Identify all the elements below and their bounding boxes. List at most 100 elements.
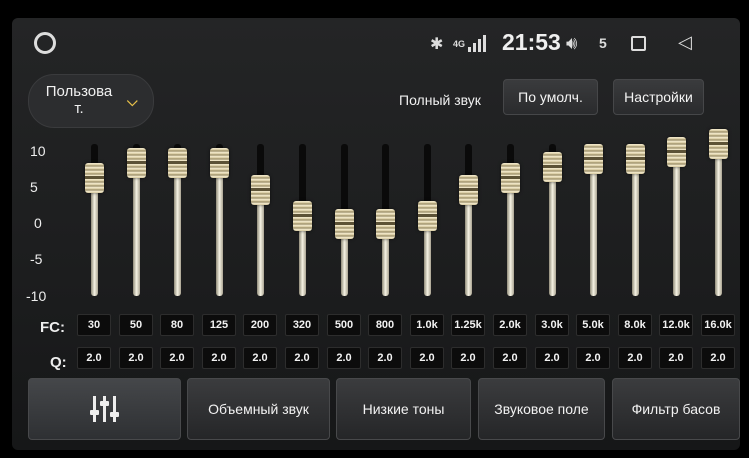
fc-value[interactable]: 320 [285,314,319,336]
chevron-down-icon: ⌵ [127,93,138,109]
slider-fill [257,189,264,296]
settings-button[interactable]: Настройки [613,79,704,115]
slider-fill [465,189,472,296]
q-value[interactable]: 2.0 [410,347,444,369]
y-label-minus-5: -5 [30,251,43,267]
default-button[interactable]: По умолч. [503,79,598,115]
full-sound-label: Полный звук [399,92,481,108]
fc-value[interactable]: 16.0k [701,314,735,336]
fc-value[interactable]: 125 [202,314,236,336]
eq-band-slider[interactable] [417,138,437,308]
fc-value[interactable]: 50 [119,314,153,336]
eq-band-slider[interactable] [209,138,229,308]
slider-knob[interactable] [459,174,478,205]
eq-band-slider[interactable] [84,138,104,308]
q-value[interactable]: 2.0 [119,347,153,369]
fc-value[interactable]: 1.0k [410,314,444,336]
q-value[interactable]: 2.0 [160,347,194,369]
slider-fill [673,151,680,296]
q-value[interactable]: 2.0 [535,347,569,369]
slider-knob[interactable] [127,148,146,178]
fc-value[interactable]: 200 [243,314,277,336]
fc-value[interactable]: 8.0k [618,314,652,336]
back-icon[interactable]: ◁ [678,32,692,53]
q-value[interactable]: 2.0 [202,347,236,369]
slider-knob[interactable] [168,148,187,178]
y-label-5: 5 [30,179,38,195]
fc-value[interactable]: 3.0k [535,314,569,336]
equalizer-screen: ✱ 4G 21:53 🔊︎ 5 ◁ Пользова т. ⌵ Полный зв… [12,18,740,450]
slider-knob[interactable] [501,163,520,194]
tab-equalizer[interactable] [28,378,181,440]
q-row-label: Q: [50,354,67,371]
y-label-10: 10 [30,143,46,159]
q-value[interactable]: 2.0 [368,347,402,369]
signal-icon [468,34,490,52]
volume-icon: 🔊︎ [566,33,578,53]
fc-row-label: FC: [40,319,65,336]
fc-value[interactable]: 800 [368,314,402,336]
preset-dropdown[interactable]: Пользова т. ⌵ [28,74,154,128]
fc-value[interactable]: 500 [327,314,361,336]
eq-band-slider[interactable] [126,138,146,308]
eq-band-slider[interactable] [250,138,270,308]
q-value[interactable]: 2.0 [493,347,527,369]
status-bar: ✱ 4G 21:53 🔊︎ 5 ◁ [12,18,740,68]
slider-knob[interactable] [543,151,562,182]
tab-bass-filter[interactable]: Фильтр басов [612,378,740,440]
slider-knob[interactable] [335,208,354,239]
q-value[interactable]: 2.0 [327,347,361,369]
slider-knob[interactable] [85,163,104,194]
home-circle-icon[interactable] [34,32,56,54]
slider-knob[interactable] [667,136,686,167]
eq-band-slider[interactable] [334,138,354,308]
eq-band-slider[interactable] [708,129,728,308]
eq-band-slider[interactable] [500,138,520,308]
eq-band-slider[interactable] [375,138,395,308]
slider-fill [715,144,722,296]
eq-band-slider[interactable] [666,136,686,308]
fc-value[interactable]: 12.0k [659,314,693,336]
q-value[interactable]: 2.0 [576,347,610,369]
recent-apps-icon[interactable] [631,36,646,51]
q-value[interactable]: 2.0 [243,347,277,369]
equalizer-icon [89,396,120,422]
slider-knob[interactable] [210,148,229,178]
q-value[interactable]: 2.0 [618,347,652,369]
network-type: 4G [453,39,466,49]
slider-fill [507,178,514,296]
fc-value[interactable]: 5.0k [576,314,610,336]
eq-band-slider[interactable] [292,138,312,308]
tab-bass[interactable]: Низкие тоны [336,378,471,440]
slider-knob[interactable] [418,201,437,232]
q-value[interactable]: 2.0 [451,347,485,369]
preset-label: Пользова т. [45,83,113,117]
tab-surround[interactable]: Объемный звук [187,378,330,440]
fc-value[interactable]: 2.0k [493,314,527,336]
fc-value[interactable]: 1.25k [451,314,485,336]
tab-sound-field[interactable]: Звуковое поле [478,378,605,440]
q-value[interactable]: 2.0 [659,347,693,369]
clock: 21:53 [502,29,561,55]
slider-knob[interactable] [709,129,728,159]
q-value[interactable]: 2.0 [285,347,319,369]
eq-band-slider[interactable] [542,138,562,308]
eq-band-slider[interactable] [167,138,187,308]
slider-knob[interactable] [584,144,603,175]
slider-knob[interactable] [626,144,645,175]
slider-knob[interactable] [376,208,395,239]
q-value[interactable]: 2.0 [701,347,735,369]
bluetooth-icon: ✱ [430,36,444,53]
y-label-0: 0 [34,215,42,231]
eq-band-slider[interactable] [583,138,603,308]
q-value[interactable]: 2.0 [77,347,111,369]
slider-fill [590,159,597,296]
slider-knob[interactable] [251,174,270,205]
slider-fill [133,163,140,296]
slider-fill [549,166,556,296]
fc-value[interactable]: 80 [160,314,194,336]
slider-knob[interactable] [293,201,312,232]
eq-band-slider[interactable] [625,138,645,308]
fc-value[interactable]: 30 [77,314,111,336]
eq-band-slider[interactable] [458,138,478,308]
